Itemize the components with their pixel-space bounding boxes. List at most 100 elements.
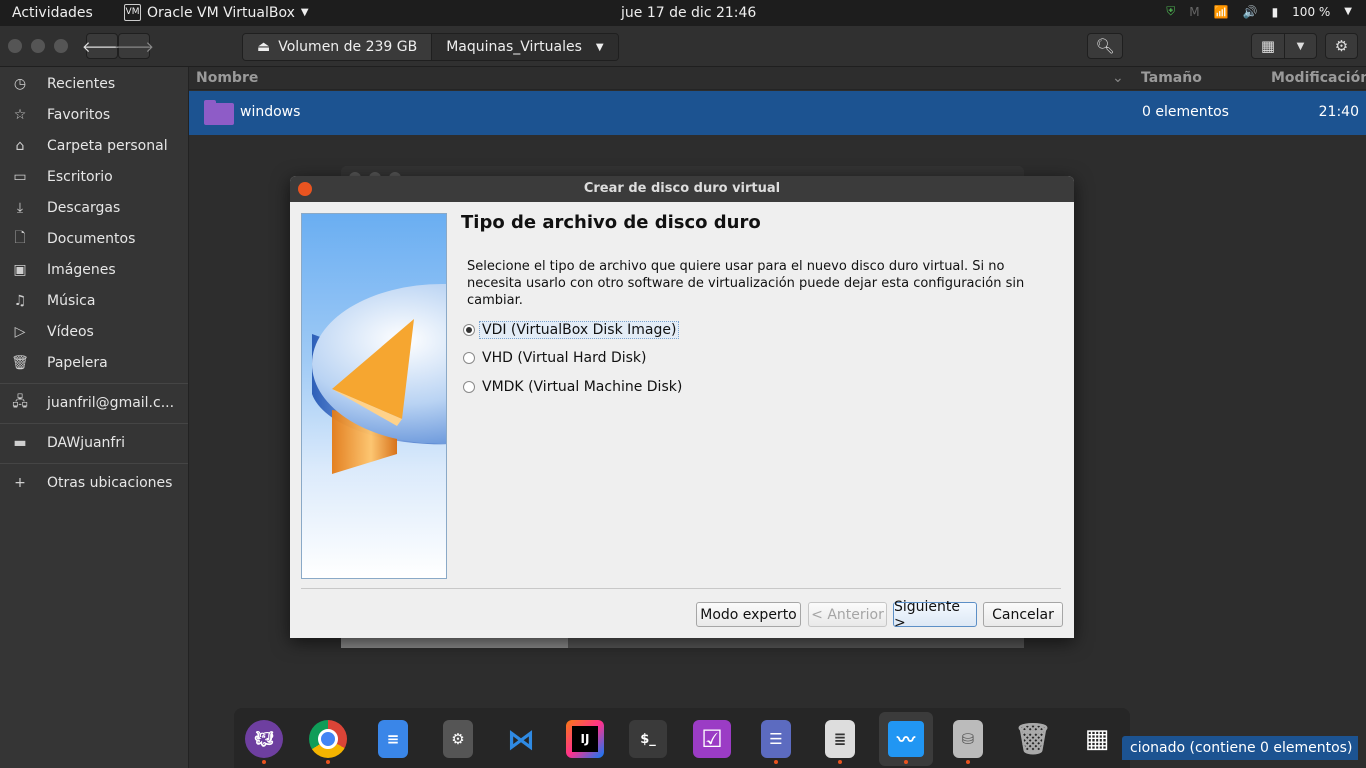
- sidebar-item-descargas[interactable]: ⤓ Descargas: [0, 193, 188, 223]
- sidebar-item-label: Imágenes: [47, 262, 116, 278]
- selection-status: cionado (contiene 0 elementos): [1122, 736, 1358, 760]
- window-scrollbar[interactable]: [341, 638, 1024, 648]
- sidebar-item-label: Descargas: [47, 200, 121, 216]
- video-icon: ▷: [14, 324, 26, 340]
- clock[interactable]: jue 17 de dic 21:46: [621, 5, 756, 21]
- radio-label-vmdk: VMDK (Virtual Machine Disk): [482, 379, 683, 395]
- menu-button[interactable]: ⚙: [1325, 33, 1358, 59]
- clock-icon: ◷: [13, 76, 27, 92]
- sidebar-item-recientes[interactable]: ◷ Recientes: [0, 69, 188, 99]
- settings-icon[interactable]: ⚙: [443, 720, 473, 758]
- chevron-down-icon: ▼: [1344, 6, 1352, 17]
- app-menu[interactable]: VM Oracle VM VirtualBox ▼: [124, 4, 309, 21]
- column-header-modified[interactable]: Modificación: [1271, 70, 1366, 86]
- running-indicator: [262, 760, 266, 764]
- window-minimize-button[interactable]: [31, 39, 45, 53]
- intellij-icon[interactable]: IJ: [566, 720, 604, 758]
- forward-button[interactable]: 🡒: [114, 33, 154, 59]
- download-icon: ⤓: [16, 200, 24, 216]
- breadcrumb-volume-label: Volumen de 239 GB: [278, 39, 418, 55]
- window-maximize-button[interactable]: [54, 39, 68, 53]
- virtualbox-app-icon: VM: [124, 4, 141, 21]
- trash-icon[interactable]: 🗑: [1014, 720, 1052, 758]
- column-header-name[interactable]: Nombre: [196, 70, 258, 86]
- sidebar-item-escritorio[interactable]: ▭ Escritorio: [0, 162, 188, 192]
- sidebar-item-imagenes[interactable]: ▣ Imágenes: [0, 255, 188, 285]
- back-button[interactable]: < Anterior: [808, 602, 887, 627]
- disk-icon[interactable]: ⛁: [953, 720, 983, 758]
- create-disk-dialog: Crear de disco duro virtual Tipo de arch…: [290, 176, 1074, 638]
- sidebar-item-label: Papelera: [47, 355, 108, 371]
- sidebar-item-label: Otras ubicaciones: [47, 475, 173, 491]
- terminal-icon[interactable]: $_: [629, 720, 667, 758]
- sidebar-divider: [0, 423, 188, 424]
- search-button[interactable]: 🔍︎: [1087, 33, 1123, 59]
- sidebar-item-online-account[interactable]: 🖧 juanfril@gmail.c...: [0, 388, 188, 418]
- activities-button[interactable]: Actividades: [12, 5, 93, 21]
- window-close-button[interactable]: [8, 39, 22, 53]
- sidebar-item-label: Favoritos: [47, 107, 111, 123]
- view-options-button[interactable]: ▼: [1284, 33, 1317, 59]
- system-tray[interactable]: ⛨ M 📶 🔊 ▮ 100 % ▼: [1166, 4, 1352, 19]
- tasks-icon[interactable]: ☑: [693, 720, 731, 758]
- dock: 🐙︎ ≡ ⚙ ⋈ IJ $_ ☑ ☰ ≣ 〰 ⛁ 🗑 ▦: [234, 708, 1130, 768]
- sidebar-item-label: Escritorio: [47, 169, 113, 185]
- document-icon: 🗋: [14, 230, 26, 246]
- wizard-disk-illustration: [301, 213, 447, 579]
- cancel-button[interactable]: Cancelar: [983, 602, 1063, 627]
- mail-icon: M: [1189, 4, 1200, 19]
- expert-mode-button[interactable]: Modo experto: [696, 602, 801, 627]
- sidebar-item-drive[interactable]: ▬ DAWjuanfri: [0, 428, 188, 458]
- files-header-bar: 🡐 🡒 ⏏ Volumen de 239 GB Maquinas_Virtual…: [0, 26, 1366, 67]
- sort-chevron-icon[interactable]: ⌄: [1112, 70, 1124, 86]
- sidebar-item-videos[interactable]: ▷ Vídeos: [0, 317, 188, 347]
- vscode-icon[interactable]: ⋈: [502, 720, 540, 758]
- sidebar-item-label: juanfril@gmail.c...: [47, 395, 175, 411]
- sidebar-item-carpeta-personal[interactable]: ⌂ Carpeta personal: [0, 131, 188, 161]
- next-button[interactable]: Siguiente >: [893, 599, 977, 631]
- text-editor-icon[interactable]: ≡: [378, 720, 408, 758]
- radio-button[interactable]: [463, 352, 475, 364]
- github-desktop-icon[interactable]: 🐙︎: [245, 720, 283, 758]
- view-toggle-button[interactable]: ▦: [1251, 33, 1285, 59]
- disk-pie-icon: [312, 284, 446, 474]
- drive-icon: ▬: [13, 435, 27, 451]
- drive-icon: ⏏: [257, 39, 271, 55]
- sidebar-divider: [0, 383, 188, 384]
- wifi-icon: 📶: [1213, 4, 1229, 19]
- sidebar-item-label: Música: [47, 293, 96, 309]
- dialog-close-button[interactable]: [298, 182, 312, 196]
- shield-icon: ⛨: [1166, 4, 1176, 18]
- battery-percent: 100 %: [1292, 4, 1331, 19]
- sidebar-item-documentos[interactable]: 🗋 Documentos: [0, 224, 188, 254]
- radio-button-selected[interactable]: [463, 324, 475, 336]
- document-viewer-icon[interactable]: ≣: [825, 720, 855, 758]
- system-monitor-tile[interactable]: 〰: [879, 712, 933, 766]
- sidebar-item-label: Carpeta personal: [47, 138, 168, 154]
- sidebar-item-favoritos[interactable]: ☆ Favoritos: [0, 100, 188, 130]
- breadcrumb-volume[interactable]: ⏏ Volumen de 239 GB: [243, 34, 432, 60]
- sidebar-item-label: Documentos: [47, 231, 136, 247]
- top-bar: Actividades VM Oracle VM VirtualBox ▼ ju…: [0, 0, 1366, 26]
- dialog-titlebar: Crear de disco duro virtual: [290, 176, 1074, 202]
- column-header-size[interactable]: Tamaño: [1141, 70, 1202, 86]
- table-row[interactable]: windows 0 elementos 21:40: [189, 91, 1366, 135]
- chevron-down-icon: ▼: [1296, 40, 1305, 52]
- radio-vhd[interactable]: VHD (Virtual Hard Disk): [463, 350, 646, 366]
- breadcrumb-current-folder[interactable]: Maquinas_Virtuales ▼: [431, 34, 618, 60]
- home-icon: ⌂: [15, 138, 25, 154]
- app-grid-icon[interactable]: ▦: [1078, 720, 1116, 758]
- chrome-icon[interactable]: [309, 720, 347, 758]
- network-account-icon: 🖧: [12, 394, 28, 410]
- terminal-label: $_: [640, 731, 656, 747]
- sidebar-item-other-locations[interactable]: + Otras ubicaciones: [0, 468, 188, 498]
- description-text: Selecione el tipo de archivo que quiere …: [467, 259, 1025, 308]
- radio-vmdk[interactable]: VMDK (Virtual Machine Disk): [463, 379, 682, 395]
- radio-vdi[interactable]: VDI (VirtualBox Disk Image): [463, 321, 680, 339]
- file-cabinet-icon[interactable]: ☰: [761, 720, 791, 758]
- sidebar-item-musica[interactable]: ♫ Música: [0, 286, 188, 316]
- plus-icon: +: [14, 475, 26, 491]
- sidebar: ◷ Recientes ☆ Favoritos ⌂ Carpeta personal …: [0, 67, 189, 768]
- sidebar-item-papelera[interactable]: 🗑 Papelera: [0, 348, 188, 378]
- radio-button[interactable]: [463, 381, 475, 393]
